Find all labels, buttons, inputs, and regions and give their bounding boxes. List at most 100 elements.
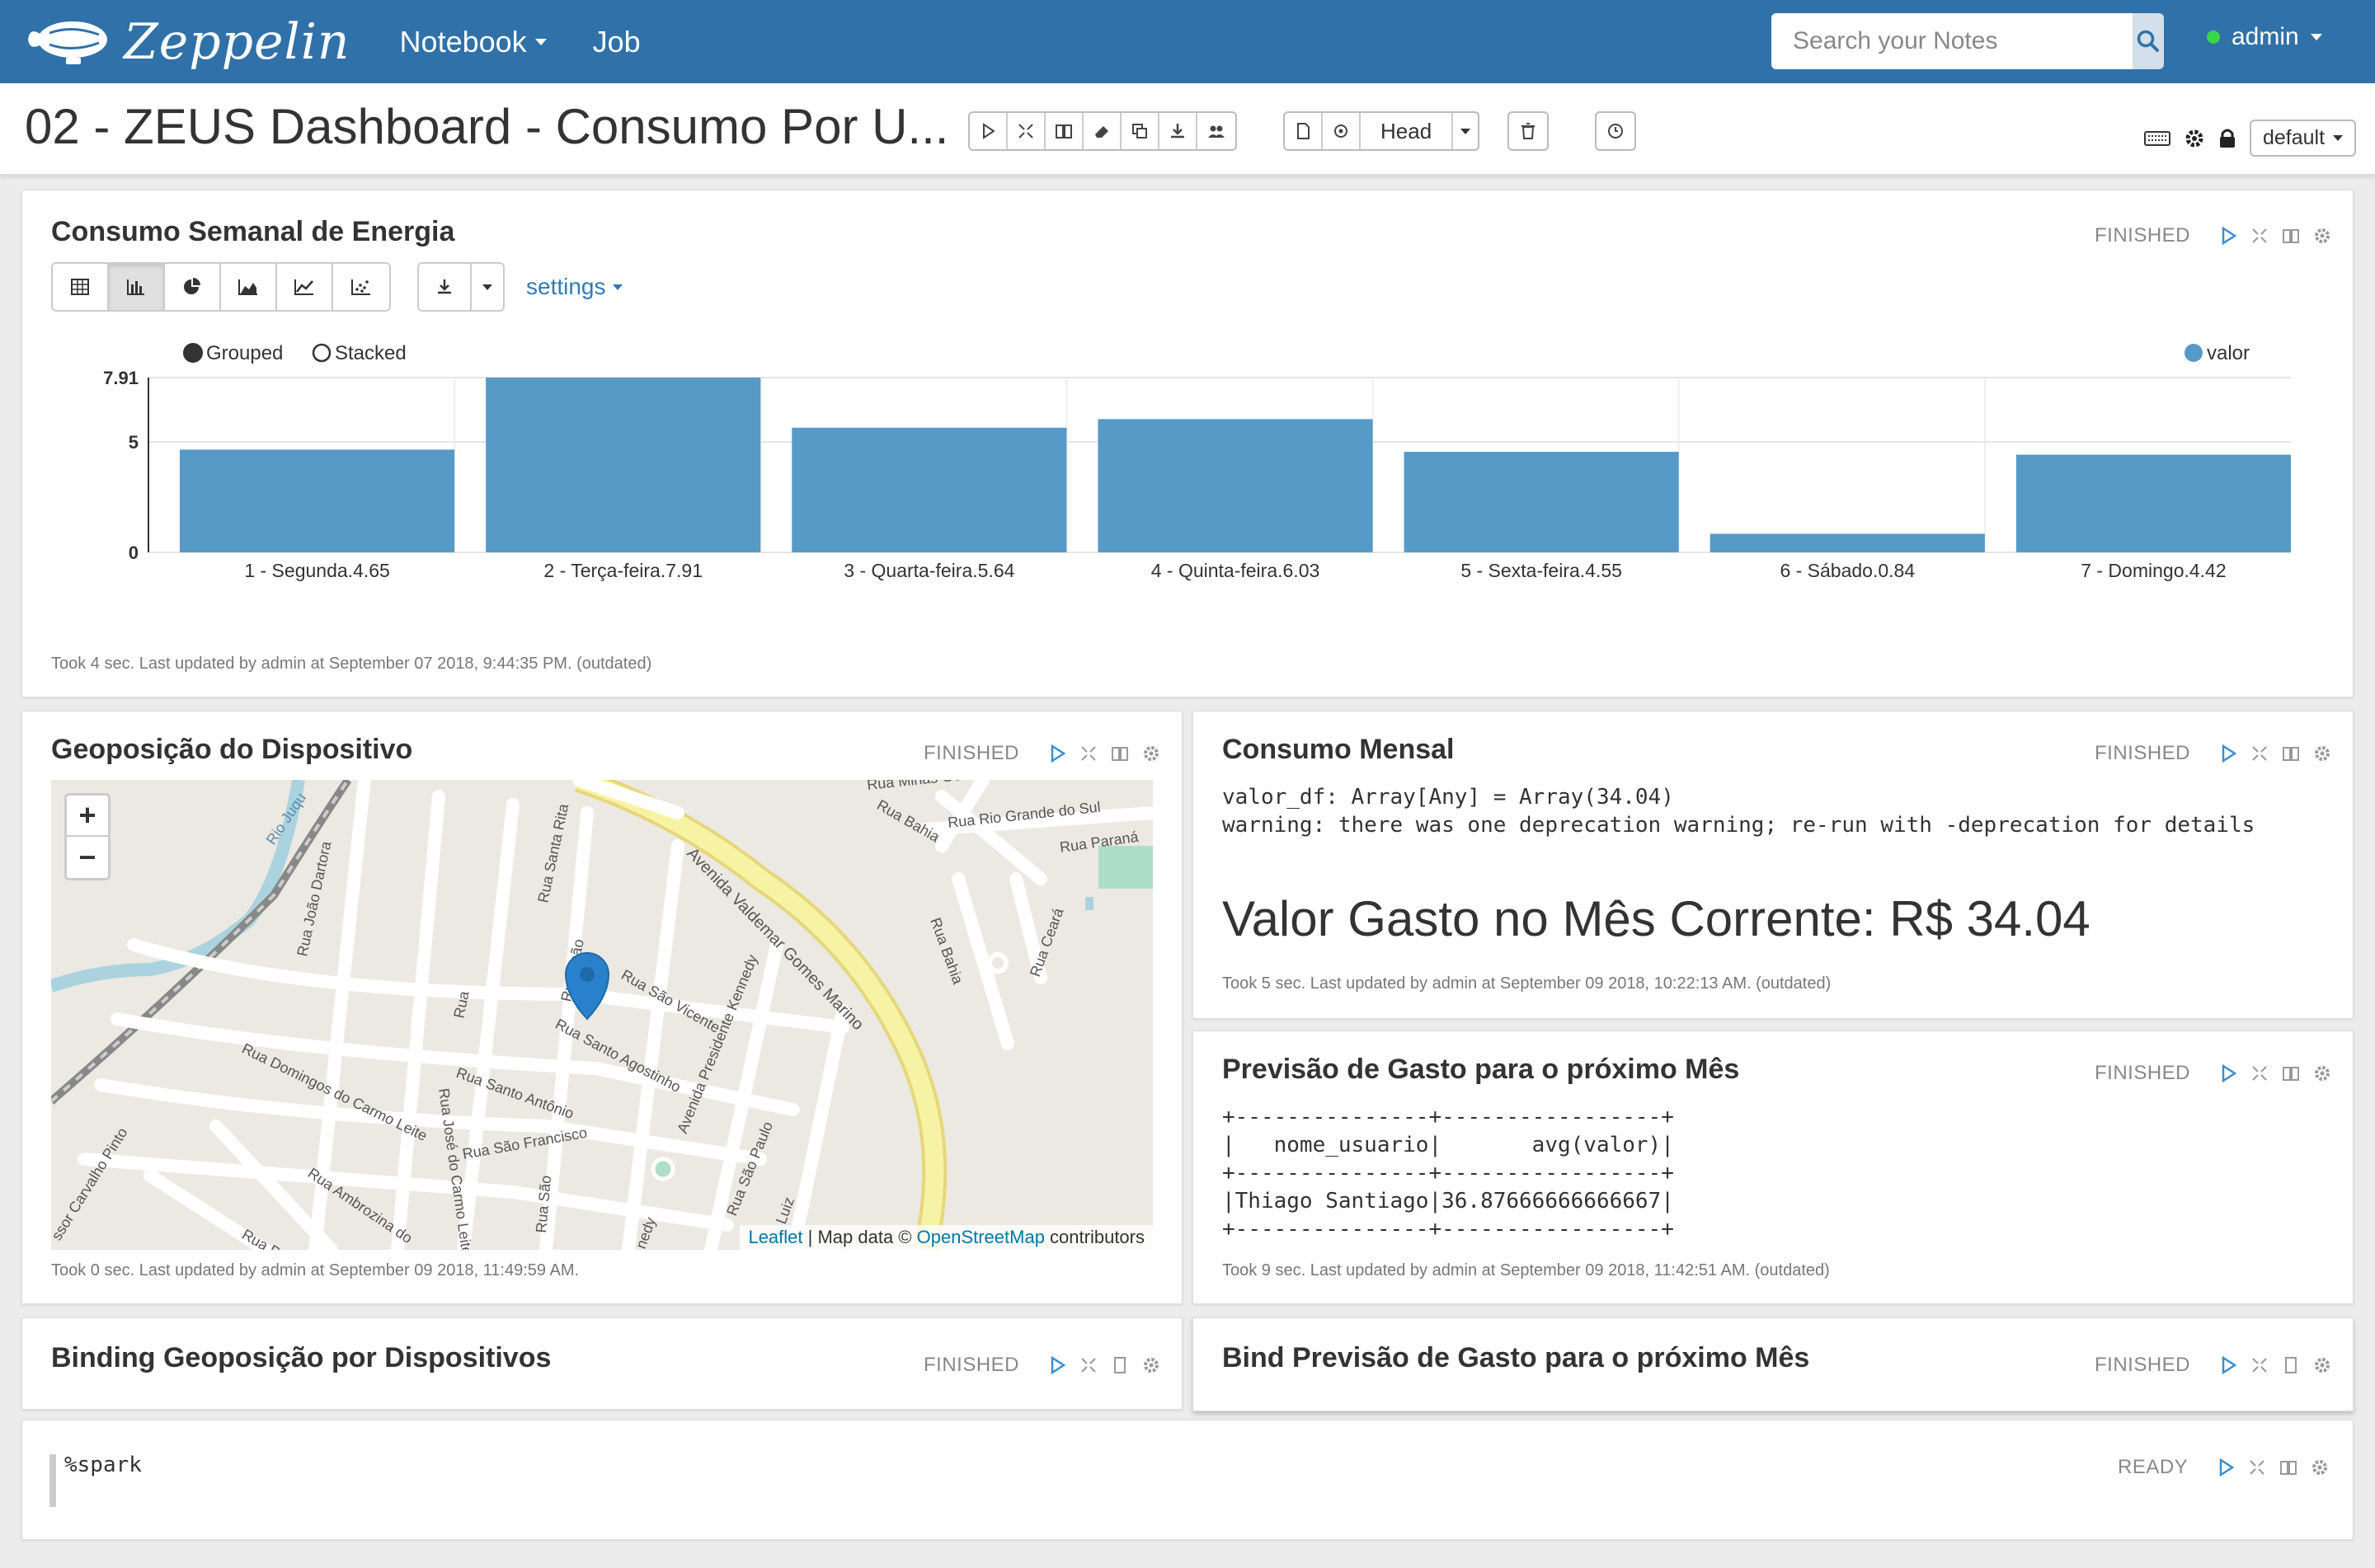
search-input[interactable]: [1771, 13, 2133, 69]
download-format-dropdown[interactable]: [472, 264, 503, 310]
paragraph-title[interactable]: Consumo Mensal: [1222, 734, 1454, 766]
revision-head-label[interactable]: Head: [1361, 113, 1454, 149]
commit-button[interactable]: [1285, 113, 1323, 149]
gear-icon[interactable]: [2312, 1063, 2332, 1083]
search-button[interactable]: [2133, 13, 2164, 69]
line-chart-button[interactable]: [277, 264, 333, 310]
pie-chart-button[interactable]: [165, 264, 221, 310]
delete-note-button[interactable]: [1509, 113, 1547, 149]
gear-icon[interactable]: [1141, 1355, 1161, 1375]
show-output-icon[interactable]: [2281, 1355, 2301, 1375]
bar[interactable]: [180, 449, 455, 552]
legend-marker[interactable]: [2185, 344, 2203, 362]
collapse-icon[interactable]: [2247, 1458, 2267, 1477]
y-tick-label: 0: [129, 542, 139, 563]
output-line: valor_df: Array[Any] = Array(34.04): [1222, 785, 1674, 810]
collapse-icon[interactable]: [2250, 226, 2269, 246]
table-view-button[interactable]: [53, 264, 109, 310]
show-output-icon[interactable]: [1110, 1355, 1130, 1375]
eraser-icon: [1095, 126, 1108, 138]
nav-notebook-menu[interactable]: Notebook: [400, 25, 547, 59]
note-title[interactable]: 02 - ZEUS Dashboard - Consumo Por U...: [25, 98, 948, 155]
map-attribution: Leaflet | Map data © OpenStreetMap contr…: [740, 1225, 1153, 1250]
keyboard-icon[interactable]: [2144, 129, 2170, 148]
collapse-icon[interactable]: [1079, 744, 1098, 763]
gear-icon[interactable]: [1141, 744, 1161, 763]
scatter-chart-icon: [351, 279, 370, 295]
legend-label[interactable]: valor: [2207, 342, 2250, 364]
leaflet-link[interactable]: Leaflet: [748, 1227, 802, 1247]
book-icon[interactable]: [2281, 226, 2301, 246]
editor-gutter: [49, 1454, 56, 1507]
paragraph-controls: READY: [2118, 1456, 2330, 1479]
scatter-chart-button[interactable]: [333, 264, 389, 310]
area-chart-button[interactable]: [221, 264, 277, 310]
osm-link[interactable]: OpenStreetMap: [917, 1227, 1045, 1247]
gear-icon[interactable]: [2312, 226, 2332, 246]
collapse-icon[interactable]: [2250, 1355, 2269, 1375]
grouped-radio-icon[interactable]: [183, 343, 203, 363]
run-paragraph-button[interactable]: [1047, 744, 1067, 763]
chevron-down-icon: [1460, 128, 1471, 134]
gear-icon[interactable]: [2184, 128, 2205, 149]
set-revision-button[interactable]: [1323, 113, 1361, 149]
bar[interactable]: [486, 378, 761, 552]
zoom-out-button[interactable]: −: [67, 837, 108, 878]
run-paragraph-button[interactable]: [2218, 1355, 2238, 1375]
paragraph-editor: [21, 1420, 2354, 1540]
gear-icon[interactable]: [2310, 1458, 2330, 1477]
paragraph-title[interactable]: Binding Geoposição por Dispositivos: [51, 1342, 551, 1374]
zoom-in-button[interactable]: +: [67, 796, 108, 837]
run-paragraph-button[interactable]: [1047, 1355, 1067, 1375]
hide-output-button[interactable]: [1046, 113, 1084, 149]
download-data-button[interactable]: [419, 264, 472, 310]
paragraph-title[interactable]: Geoposição do Dispositivo: [51, 734, 412, 766]
revision-dropdown-button[interactable]: [1453, 113, 1478, 149]
brand[interactable]: Zeppelin: [25, 13, 350, 71]
lock-icon[interactable]: [2218, 128, 2236, 149]
grouped-label[interactable]: Grouped: [206, 342, 283, 364]
collapse-icon[interactable]: [2250, 744, 2269, 763]
collapse-icon[interactable]: [1079, 1355, 1098, 1375]
paragraph-title[interactable]: Previsão de Gasto para o próximo Mês: [1222, 1054, 1739, 1086]
paragraph-title[interactable]: Consumo Semanal de Energia: [51, 216, 454, 248]
user-menu[interactable]: admin: [2207, 23, 2322, 51]
run-paragraph-button[interactable]: [2216, 1458, 2236, 1477]
table-output-line: +---------------+-----------------+: [1222, 1105, 1674, 1129]
book-icon[interactable]: [2281, 744, 2301, 763]
paragraph-title[interactable]: Bind Previsão de Gasto para o próximo Mê…: [1222, 1342, 1809, 1374]
note-permissions-button[interactable]: [1197, 113, 1235, 149]
bar[interactable]: [1404, 452, 1679, 552]
bar[interactable]: [1710, 533, 1985, 552]
nav-job-link[interactable]: Job: [593, 25, 641, 59]
book-icon[interactable]: [2279, 1458, 2298, 1477]
settings-label: settings: [526, 274, 606, 299]
version-control-toolbar: Head: [1283, 111, 1480, 151]
export-note-button[interactable]: [1159, 113, 1197, 149]
book-icon[interactable]: [1110, 744, 1130, 763]
run-paragraph-button[interactable]: [2218, 226, 2238, 246]
bar-chart-button[interactable]: [109, 264, 165, 310]
hide-code-button[interactable]: [1008, 113, 1046, 149]
scheduler-button[interactable]: [1597, 113, 1634, 149]
run-all-button[interactable]: [970, 113, 1008, 149]
gear-icon[interactable]: [2312, 744, 2332, 763]
leaflet-map[interactable]: Rua Minas Gerais Rua Bahia Rua Rio Grand…: [51, 780, 1153, 1250]
stacked-label[interactable]: Stacked: [335, 342, 407, 364]
clone-note-button[interactable]: [1122, 113, 1159, 149]
collapse-icon[interactable]: [2250, 1063, 2269, 1083]
bar[interactable]: [1098, 419, 1373, 552]
collapse-icon: [1018, 124, 1033, 138]
bar[interactable]: [792, 427, 1067, 552]
bar[interactable]: [2015, 454, 2291, 552]
stacked-radio-icon[interactable]: [312, 343, 332, 363]
book-icon[interactable]: [2281, 1063, 2301, 1083]
clear-output-button[interactable]: [1084, 113, 1122, 149]
interpreter-binding-dropdown[interactable]: default: [2250, 120, 2357, 157]
revision-icon: [1334, 124, 1347, 138]
run-paragraph-button[interactable]: [2218, 1063, 2238, 1083]
code-editor[interactable]: %spark: [64, 1453, 142, 1477]
chart-settings-link[interactable]: settings: [526, 274, 623, 300]
run-paragraph-button[interactable]: [2218, 744, 2238, 763]
gear-icon[interactable]: [2312, 1355, 2332, 1375]
